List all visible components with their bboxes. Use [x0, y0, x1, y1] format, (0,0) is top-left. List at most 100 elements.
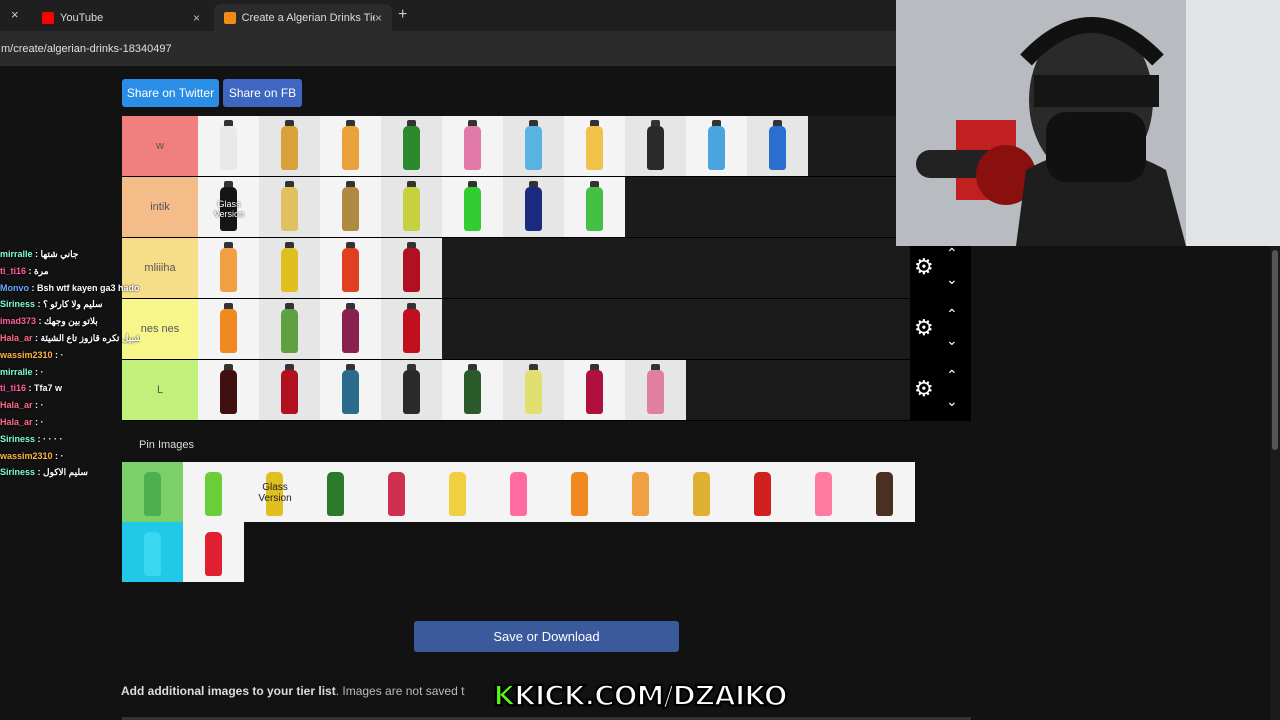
- tab-tierlist[interactable]: Create a Algerian Drinks Tier Li ×: [214, 4, 392, 31]
- share-fb-button[interactable]: Share on FB: [223, 79, 302, 107]
- drink-thumbnail[interactable]: [320, 116, 381, 176]
- chat-username[interactable]: Hala_ar: [0, 333, 33, 343]
- pool-image[interactable]: Glass Version: [244, 462, 305, 522]
- drink-thumbnail[interactable]: [320, 177, 381, 237]
- drink-thumbnail[interactable]: [259, 360, 320, 420]
- chevron-up-icon[interactable]: ⌃: [946, 246, 958, 260]
- tab-close-icon[interactable]: ×: [375, 11, 382, 25]
- drink-thumbnail[interactable]: [503, 360, 564, 420]
- drink-thumbnail[interactable]: [442, 177, 503, 237]
- chat-username[interactable]: ti_ti16: [0, 383, 26, 393]
- chevron-up-icon[interactable]: ⌃: [946, 307, 958, 321]
- pool-image[interactable]: [122, 522, 183, 582]
- pool-image[interactable]: [610, 462, 671, 522]
- save-download-button[interactable]: Save or Download: [414, 621, 679, 652]
- tier-row: intik Glass Version: [122, 177, 971, 238]
- chat-username[interactable]: Hala_ar: [0, 400, 33, 410]
- new-tab-icon[interactable]: +: [398, 6, 407, 24]
- drink-thumbnail[interactable]: [503, 177, 564, 237]
- drink-thumbnail[interactable]: [381, 360, 442, 420]
- chat-username[interactable]: wassim2310: [0, 451, 53, 461]
- kick-url-text: KICK.COM/DZAIKO: [513, 678, 788, 713]
- drink-thumbnail[interactable]: [381, 299, 442, 359]
- chat-username[interactable]: imad373: [0, 316, 36, 326]
- tab-close-icon[interactable]: ×: [193, 11, 200, 25]
- gear-icon[interactable]: ⚙: [914, 317, 936, 339]
- drink-thumbnail[interactable]: [381, 177, 442, 237]
- drink-thumbnail[interactable]: [747, 116, 808, 176]
- drink-bottle-image: [281, 126, 298, 170]
- pool-image[interactable]: [427, 462, 488, 522]
- chat-username[interactable]: mirralle: [0, 249, 33, 259]
- drink-thumbnail[interactable]: [564, 177, 625, 237]
- chat-username[interactable]: Siriness: [0, 467, 35, 477]
- chevron-down-icon[interactable]: ⌄: [946, 333, 958, 347]
- gear-icon[interactable]: ⚙: [914, 256, 936, 278]
- drink-thumbnail[interactable]: [198, 116, 259, 176]
- drink-thumbnail[interactable]: [686, 116, 747, 176]
- drink-thumbnail[interactable]: [259, 116, 320, 176]
- drink-thumbnail[interactable]: [564, 360, 625, 420]
- share-twitter-button[interactable]: Share on Twitter: [122, 79, 219, 107]
- pool-image[interactable]: [793, 462, 854, 522]
- drink-bottle-image: [525, 370, 542, 414]
- drink-thumbnail[interactable]: [198, 360, 259, 420]
- chevron-down-icon[interactable]: ⌄: [946, 394, 958, 408]
- pool-image[interactable]: [854, 462, 915, 522]
- chat-username[interactable]: Siriness: [0, 434, 35, 444]
- scrollbar-thumb[interactable]: [1272, 250, 1278, 450]
- drink-thumbnail[interactable]: [320, 360, 381, 420]
- drink-thumbnail[interactable]: [625, 116, 686, 176]
- drink-thumbnail[interactable]: [259, 299, 320, 359]
- pool-image[interactable]: [732, 462, 793, 522]
- chat-username[interactable]: wassim2310: [0, 350, 53, 360]
- chat-username[interactable]: Hala_ar: [0, 417, 33, 427]
- drink-bottle-image: [281, 370, 298, 414]
- gear-icon[interactable]: ⚙: [914, 378, 936, 400]
- drink-thumbnail[interactable]: [198, 299, 259, 359]
- tier-label[interactable]: w: [122, 116, 198, 176]
- drink-thumbnail[interactable]: [625, 360, 686, 420]
- chat-username[interactable]: mirralle: [0, 367, 33, 377]
- scrollbar[interactable]: [1270, 246, 1280, 720]
- close-icon[interactable]: ×: [11, 7, 19, 22]
- pool-image[interactable]: [305, 462, 366, 522]
- drink-thumbnail[interactable]: [442, 116, 503, 176]
- drink-thumbnail[interactable]: [198, 238, 259, 298]
- address-bar[interactable]: m/create/algerian-drinks-18340497: [0, 31, 896, 66]
- drink-thumbnail[interactable]: [259, 238, 320, 298]
- drink-thumbnail[interactable]: [381, 116, 442, 176]
- tier-label[interactable]: intik: [122, 177, 198, 237]
- drink-thumbnail[interactable]: [503, 116, 564, 176]
- pin-images-label[interactable]: Pin Images: [139, 439, 194, 451]
- chat-message: Hala_ar : شبيل تكره قازوز تاع الشيئة: [0, 330, 140, 347]
- drink-thumbnail[interactable]: [442, 360, 503, 420]
- webcam-feed: [896, 0, 1280, 246]
- chat-text: ·: [40, 400, 44, 411]
- chat-username[interactable]: Monvo: [0, 283, 29, 293]
- chevron-down-icon[interactable]: ⌄: [946, 272, 958, 286]
- pool-image[interactable]: [183, 462, 244, 522]
- pool-image[interactable]: [488, 462, 549, 522]
- glass-version-text: Glass Version: [258, 482, 292, 504]
- drink-thumbnail[interactable]: [320, 299, 381, 359]
- drink-bottle-image: [632, 472, 649, 516]
- drink-thumbnail[interactable]: [564, 116, 625, 176]
- pool-image[interactable]: [549, 462, 610, 522]
- drink-bottle-image: [815, 472, 832, 516]
- drink-thumbnail[interactable]: [320, 238, 381, 298]
- drink-bottle-image: [754, 472, 771, 516]
- chat-separator: :: [52, 450, 61, 461]
- drink-bottle-image: [403, 248, 420, 292]
- chat-username[interactable]: ti_ti16: [0, 266, 26, 276]
- drink-thumbnail[interactable]: [259, 177, 320, 237]
- chevron-up-icon[interactable]: ⌃: [946, 368, 958, 382]
- tab-youtube[interactable]: YouTube ×: [32, 4, 210, 31]
- chat-username[interactable]: Siriness: [0, 299, 35, 309]
- drink-thumbnail[interactable]: [381, 238, 442, 298]
- chat-text: جاني شتها: [40, 249, 79, 259]
- pool-image[interactable]: [183, 522, 244, 582]
- pool-image[interactable]: [366, 462, 427, 522]
- pool-image[interactable]: [671, 462, 732, 522]
- drink-thumbnail[interactable]: Glass Version: [198, 177, 259, 237]
